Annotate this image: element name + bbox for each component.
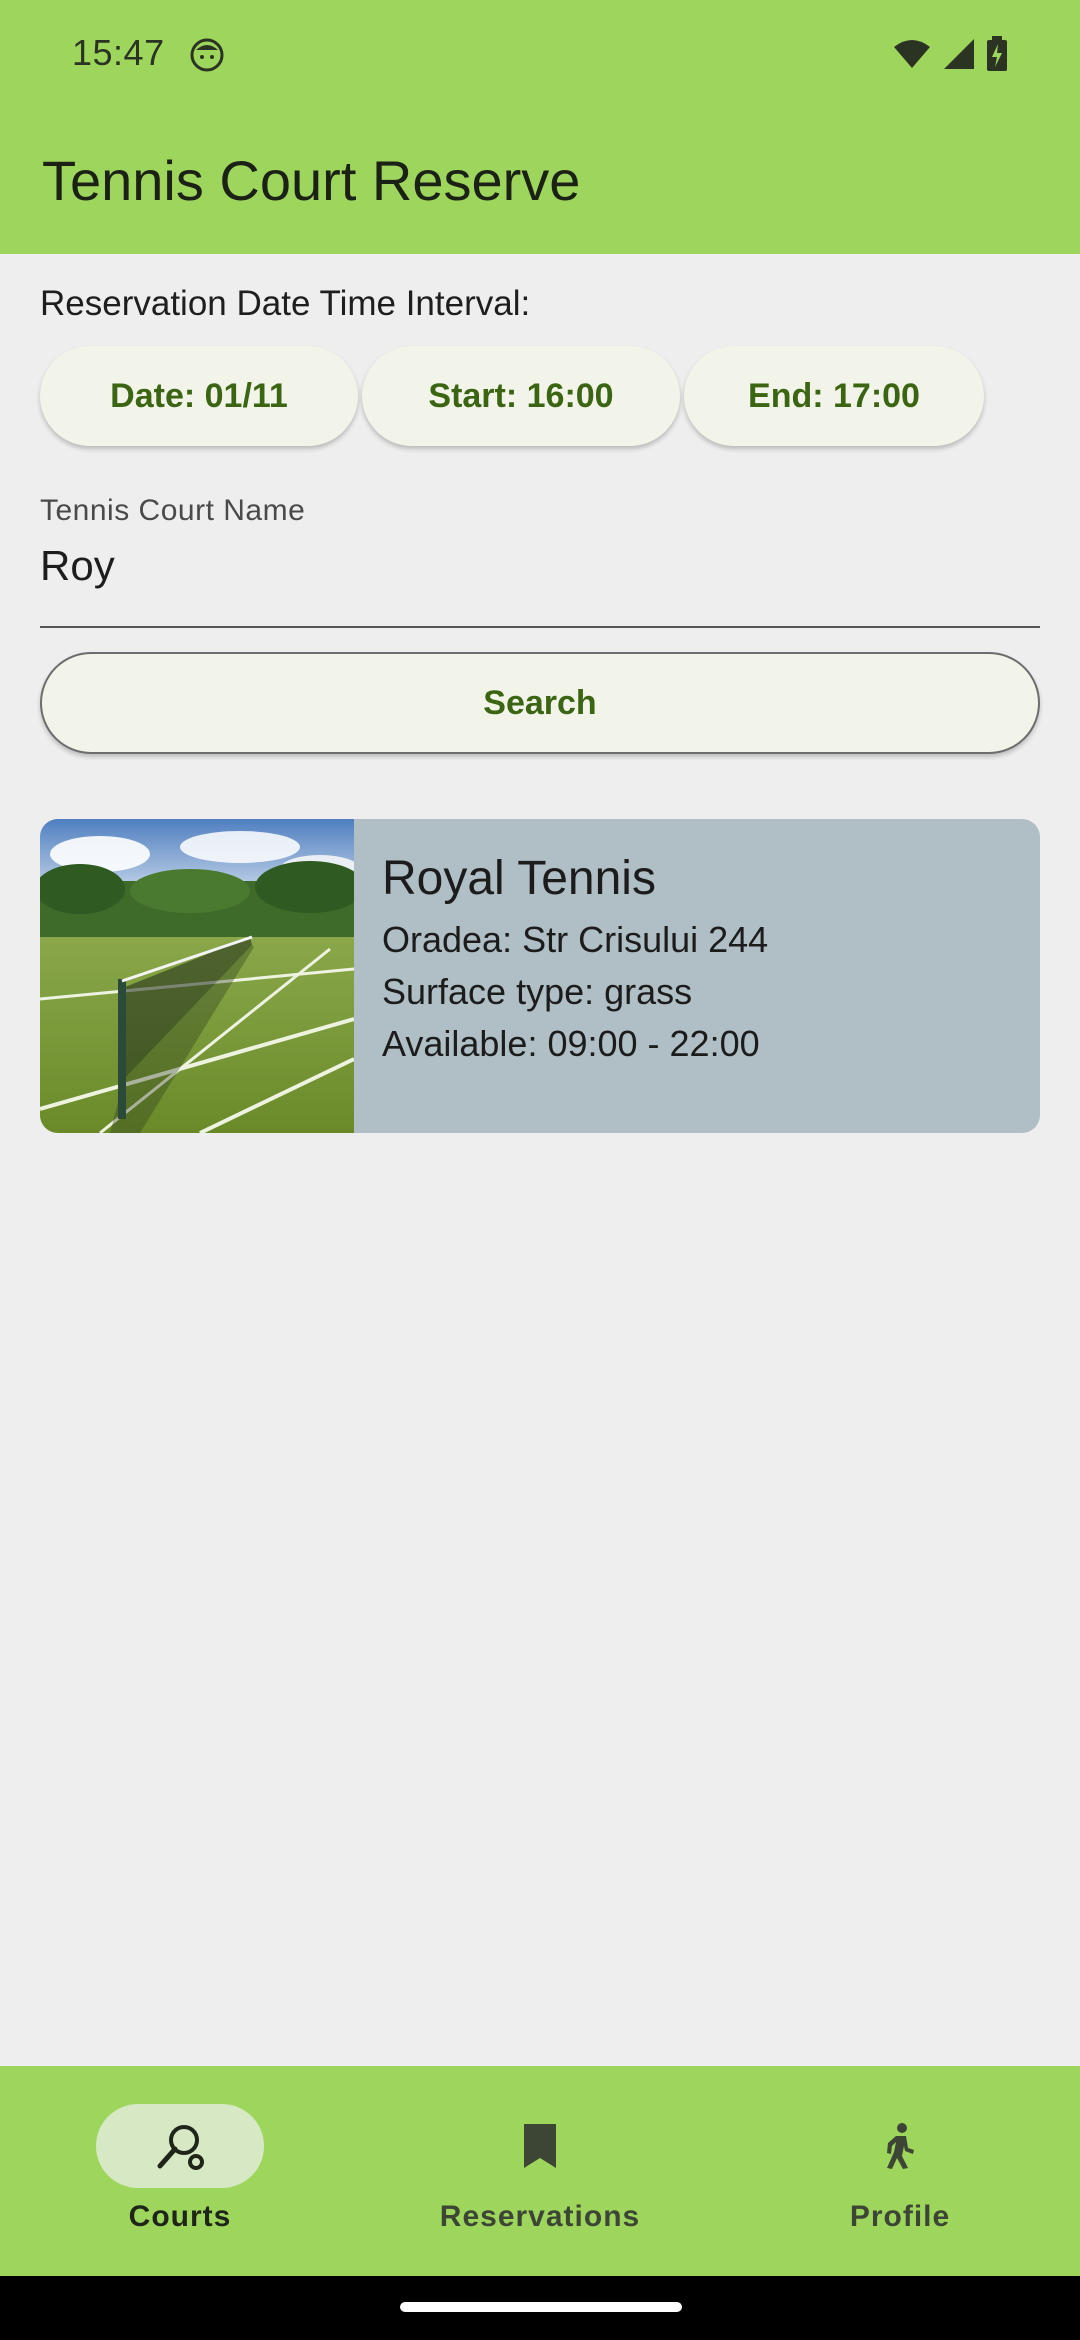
interval-label: Reservation Date Time Interval: <box>40 284 531 323</box>
nav-label-courts: Courts <box>128 2200 232 2233</box>
app-bar: Tennis Court Reserve <box>0 110 1080 254</box>
court-availability: Available: 09:00 - 22:00 <box>382 1023 760 1064</box>
notification-face-icon <box>190 38 224 72</box>
status-time: 15:47 <box>72 32 165 73</box>
signal-icon <box>944 39 974 69</box>
main-content: Reservation Date Time Interval: Date: 01… <box>0 254 1080 2066</box>
app-title: Tennis Court Reserve <box>42 149 581 212</box>
nav-label-profile: Profile <box>849 2200 951 2233</box>
nav-label-reservations: Reservations <box>439 2200 641 2233</box>
nav-item-reservations[interactable]: Reservations <box>360 2066 720 2276</box>
battery-icon <box>987 36 1007 71</box>
wifi-icon <box>894 40 930 68</box>
search-button[interactable]: Search <box>40 652 1040 754</box>
court-name-input[interactable] <box>40 542 1040 590</box>
court-address: Oradea: Str Crisului 244 <box>382 919 769 960</box>
bookmark-icon <box>524 2124 556 2168</box>
court-surface: Surface type: grass <box>382 971 693 1012</box>
walking-person-icon <box>887 2123 914 2169</box>
nav-item-profile[interactable]: Profile <box>720 2066 1080 2276</box>
status-bar: 15:47 <box>0 0 1080 110</box>
tennis-court-photo <box>40 819 354 1133</box>
court-card[interactable]: Royal Tennis Oradea: Str Crisului 244 Su… <box>40 819 1040 1133</box>
court-name-underline <box>40 626 1040 628</box>
start-time-chip[interactable]: Start: 16:00 <box>362 346 680 446</box>
date-chip[interactable]: Date: 01/11 <box>40 346 358 446</box>
system-gesture-bar <box>0 2276 1080 2340</box>
status-icons <box>892 34 1008 74</box>
bottom-navigation: Courts Reservations Profile <box>0 2066 1080 2276</box>
gesture-handle[interactable] <box>400 2302 682 2312</box>
court-name-label: Tennis Court Name <box>40 494 306 527</box>
court-name: Royal Tennis <box>382 852 656 905</box>
nav-item-courts[interactable]: Courts <box>0 2066 360 2276</box>
end-time-chip[interactable]: End: 17:00 <box>684 346 984 446</box>
tennis-racket-icon <box>157 2125 204 2170</box>
